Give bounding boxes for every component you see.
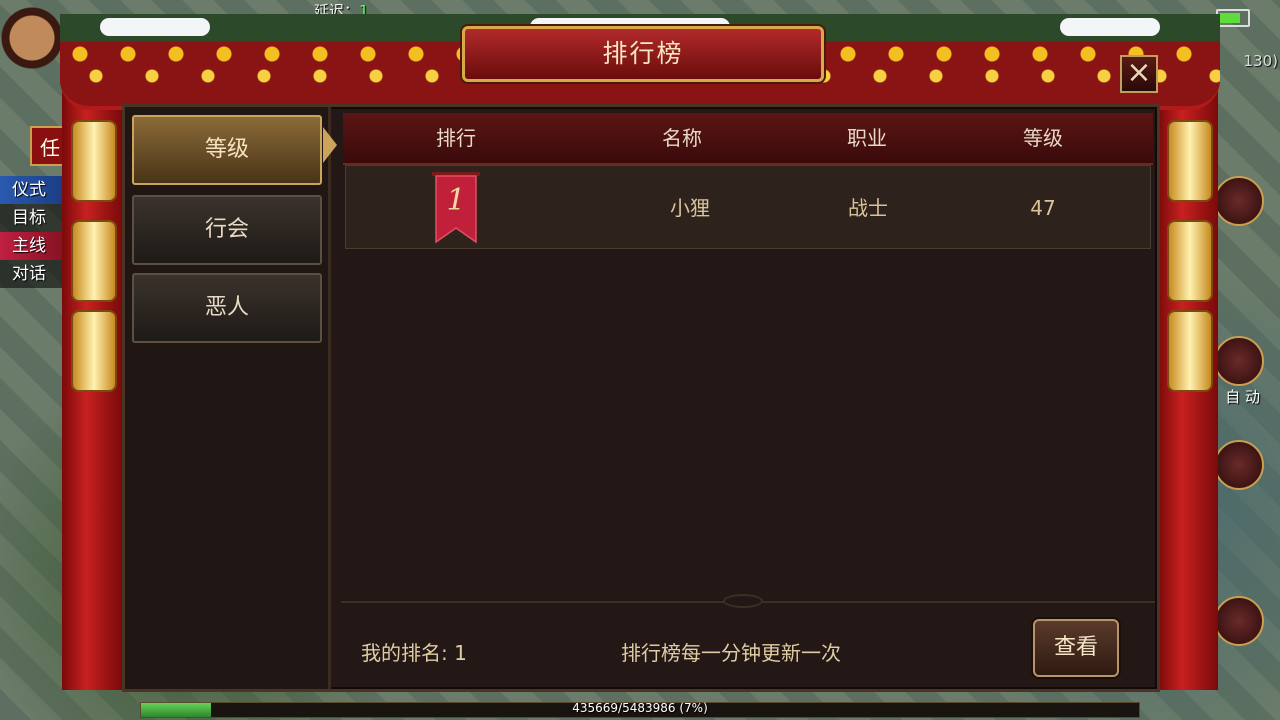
lantern-icon xyxy=(1167,120,1213,202)
category-sidebar: 等级 行会 恶人 xyxy=(125,107,337,689)
lantern-icon xyxy=(71,310,117,392)
hud-right-readout: 130) xyxy=(1243,52,1278,70)
view-button[interactable]: 查看 xyxy=(1033,619,1119,677)
auto-fight-icon[interactable] xyxy=(1214,336,1264,386)
lantern-icon xyxy=(71,220,117,302)
row-class: 战士 xyxy=(848,196,888,220)
my-rank-text: 我的排名: 1 xyxy=(361,641,467,665)
col-name: 名称 xyxy=(662,126,702,150)
row-name: 小狸 xyxy=(670,196,710,220)
lantern-icon xyxy=(1167,310,1213,392)
tab-villain[interactable]: 恶人 xyxy=(132,273,322,343)
joystick-icon[interactable] xyxy=(1214,596,1264,646)
auto-label: 自 动 xyxy=(1225,388,1260,406)
snow-decor xyxy=(1060,18,1160,36)
leaderboard-panel: 等级 行会 恶人 排行 名称 职业 等级 1 小狸 战士 47 我的排名: 1 … xyxy=(122,104,1160,692)
divider-ornament xyxy=(723,594,763,608)
quest-dialog[interactable]: 对话 xyxy=(0,260,70,288)
left-decor-pillar xyxy=(62,90,122,690)
right-decor-pillar xyxy=(1158,90,1218,690)
battery-icon xyxy=(1216,9,1250,27)
close-icon[interactable]: × xyxy=(1120,55,1158,93)
tab-level[interactable]: 等级 xyxy=(132,115,322,185)
table-row[interactable]: 1 小狸 战士 47 xyxy=(345,165,1151,249)
quest-target[interactable]: 目标 xyxy=(0,204,70,232)
snow-decor xyxy=(100,18,210,36)
rank-number: 1 xyxy=(446,183,465,218)
lantern-icon xyxy=(71,120,117,202)
quest-ritual[interactable]: 仪式 xyxy=(0,176,70,204)
rank-ribbon-icon: 1 xyxy=(432,172,480,244)
table-header: 排行 名称 职业 等级 xyxy=(343,113,1153,165)
quest-tracker[interactable]: 仪式 目标 主线 对话 xyxy=(0,176,70,288)
col-class: 职业 xyxy=(847,126,887,150)
quest-main[interactable]: 主线 xyxy=(0,232,70,260)
exp-text: 435669/5483986 (7%) xyxy=(572,701,708,715)
tab-guild[interactable]: 行会 xyxy=(132,195,322,265)
active-tab-arrow-icon xyxy=(323,127,337,163)
col-rank: 排行 xyxy=(436,126,476,150)
exp-bar: 435669/5483986 (7%) xyxy=(140,701,1140,718)
skill-icon[interactable] xyxy=(1214,176,1264,226)
player-avatar[interactable] xyxy=(0,0,64,100)
row-level: 47 xyxy=(1030,196,1056,220)
update-note: 排行榜每一分钟更新一次 xyxy=(621,641,841,665)
pet-icon[interactable] xyxy=(1214,440,1264,490)
lantern-icon xyxy=(1167,220,1213,302)
panel-title: 排行榜 xyxy=(462,26,824,82)
col-level: 等级 xyxy=(1023,126,1063,150)
